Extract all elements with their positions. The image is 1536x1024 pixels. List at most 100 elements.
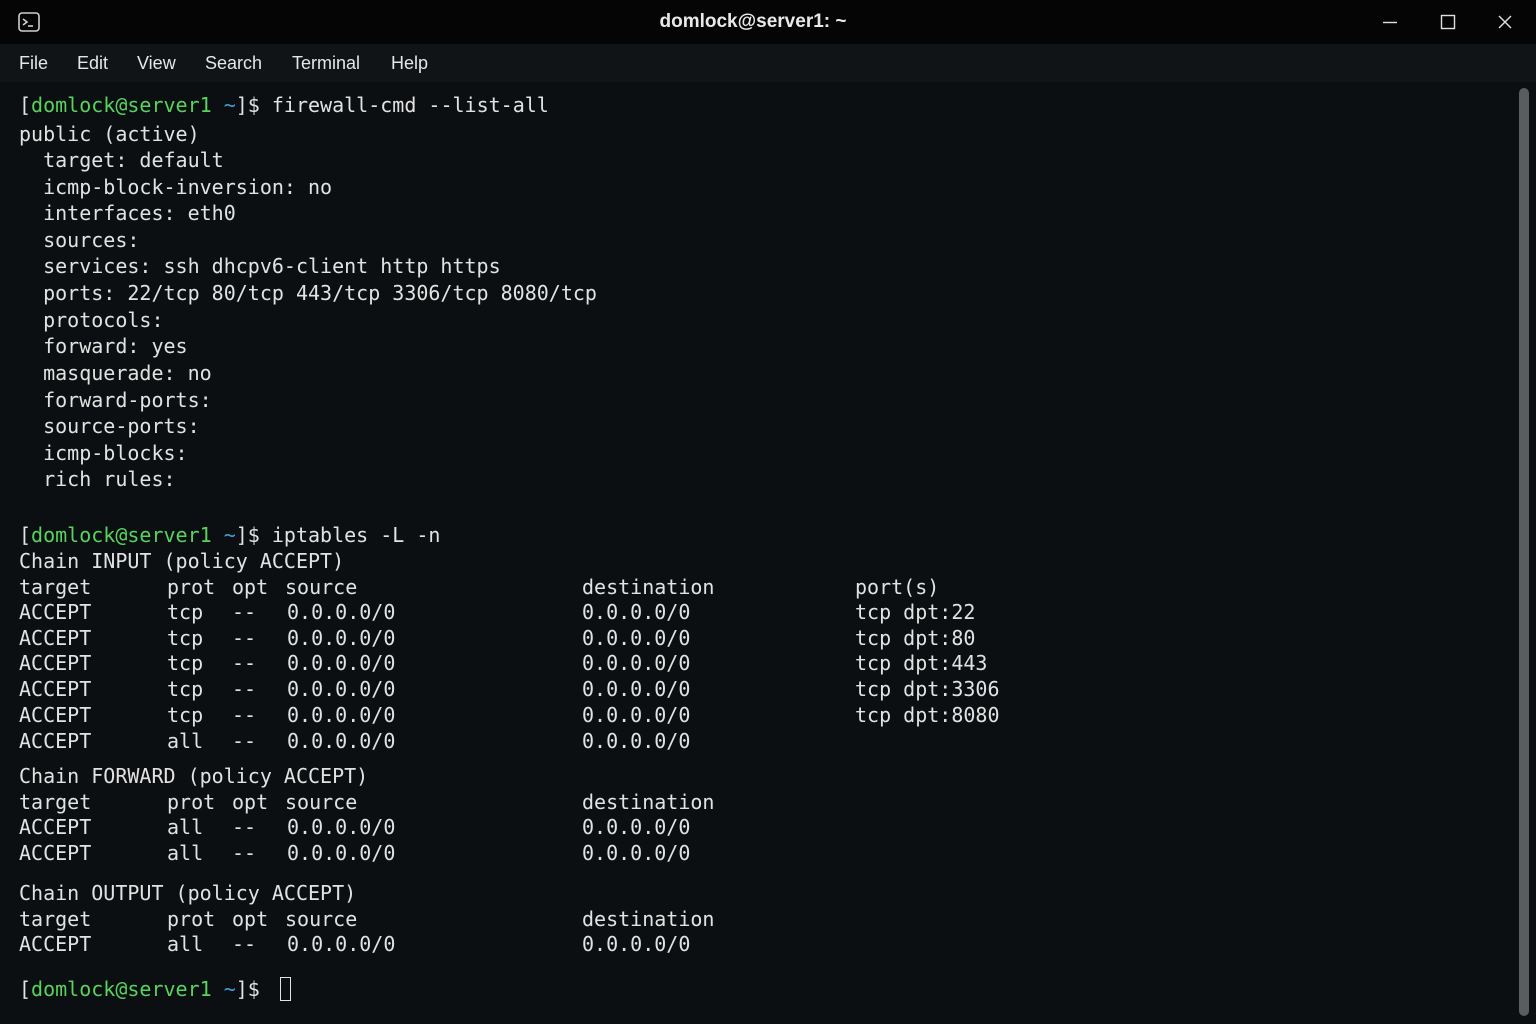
- rule-cell-opt: --: [232, 729, 257, 753]
- maximize-icon: [1440, 14, 1456, 30]
- output-line: masquerade: no: [19, 361, 212, 385]
- rule-cell-target: ACCEPT: [19, 651, 92, 675]
- command-text: iptables -L -n: [271, 523, 441, 547]
- column-header-target: target: [19, 575, 92, 599]
- rule-cell-ports: tcp dpt:3306: [855, 677, 1000, 701]
- rule-cell-opt: --: [232, 841, 257, 865]
- column-header-prot: prot: [167, 575, 216, 599]
- rule-cell-prot: tcp: [167, 600, 204, 624]
- column-header-source: source: [285, 575, 358, 599]
- column-header-destination: destination: [582, 790, 715, 814]
- rule-cell-prot: all: [167, 729, 204, 753]
- rule-cell-target: ACCEPT: [19, 600, 92, 624]
- output-line: source-ports:: [19, 414, 200, 438]
- rule-cell-opt: --: [232, 932, 257, 956]
- rule-cell-prot: tcp: [167, 651, 204, 675]
- column-header-destination: destination: [582, 575, 715, 599]
- prompt-line: [domlock@server1 ~]$ firewall-cmd --list…: [19, 93, 549, 117]
- scrollbar-thumb[interactable]: [1519, 88, 1529, 1016]
- column-header-source: source: [285, 907, 358, 931]
- prompt-dir: ~: [223, 977, 236, 1001]
- close-button[interactable]: [1491, 8, 1519, 36]
- rule-cell-prot: all: [167, 841, 204, 865]
- prompt-user: domlock@server1: [31, 977, 212, 1001]
- column-header-target: target: [19, 790, 92, 814]
- rule-cell-ports: tcp dpt:443: [855, 651, 988, 675]
- prompt-user: domlock@server1: [31, 523, 212, 547]
- rule-cell-prot: tcp: [167, 626, 204, 650]
- rule-cell-target: ACCEPT: [19, 703, 92, 727]
- rule-cell-source: 0.0.0.0/0: [287, 651, 396, 675]
- rule-cell-opt: --: [232, 600, 257, 624]
- output-line: icmp-block-inversion: no: [19, 175, 333, 199]
- rule-cell-target: ACCEPT: [19, 815, 92, 839]
- chain-title: Chain OUTPUT (policy ACCEPT): [19, 881, 357, 905]
- column-header-destination: destination: [582, 907, 715, 931]
- output-line: interfaces: eth0: [19, 201, 236, 225]
- rule-cell-destination: 0.0.0.0/0: [582, 841, 691, 865]
- rule-cell-ports: tcp dpt:22: [855, 600, 976, 624]
- prompt-dir: ~: [223, 523, 236, 547]
- window-title: domlock@server1: ~: [659, 11, 847, 32]
- rule-cell-ports: tcp dpt:8080: [855, 703, 1000, 727]
- rule-cell-source: 0.0.0.0/0: [287, 600, 396, 624]
- rule-cell-source: 0.0.0.0/0: [287, 932, 396, 956]
- rule-cell-destination: 0.0.0.0/0: [582, 626, 691, 650]
- output-line: forward-ports:: [19, 388, 212, 412]
- chain-title: Chain FORWARD (policy ACCEPT): [19, 764, 369, 788]
- rule-cell-source: 0.0.0.0/0: [287, 815, 396, 839]
- title-bar[interactable]: domlock@server1: ~: [0, 0, 1536, 44]
- rule-cell-target: ACCEPT: [19, 729, 92, 753]
- column-header-opt: opt: [232, 790, 269, 814]
- column-header-opt: opt: [232, 907, 269, 931]
- command-text: firewall-cmd --list-all: [271, 93, 549, 117]
- terminal-window: domlock@server1: ~ File Edit View Search…: [0, 0, 1536, 1024]
- rule-cell-prot: all: [167, 815, 204, 839]
- menu-search[interactable]: Search: [205, 44, 262, 82]
- column-header-opt: opt: [232, 575, 269, 599]
- rule-cell-source: 0.0.0.0/0: [287, 626, 396, 650]
- rule-cell-target: ACCEPT: [19, 626, 92, 650]
- menu-view[interactable]: View: [137, 44, 176, 82]
- rule-cell-opt: --: [232, 815, 257, 839]
- rule-cell-target: ACCEPT: [19, 841, 92, 865]
- menu-file[interactable]: File: [19, 44, 48, 82]
- rule-cell-destination: 0.0.0.0/0: [582, 932, 691, 956]
- prompt-user: domlock@server1: [31, 93, 212, 117]
- output-line: ports: 22/tcp 80/tcp 443/tcp 3306/tcp 80…: [19, 281, 597, 305]
- rule-cell-destination: 0.0.0.0/0: [582, 815, 691, 839]
- rule-cell-target: ACCEPT: [19, 677, 92, 701]
- menu-terminal[interactable]: Terminal: [292, 44, 360, 82]
- rule-cell-prot: tcp: [167, 677, 204, 701]
- column-header-ports: port(s): [855, 575, 940, 599]
- output-line: forward: yes: [19, 334, 188, 358]
- terminal-output[interactable]: [domlock@server1 ~]$ firewall-cmd --list…: [0, 82, 1516, 1024]
- menu-help[interactable]: Help: [391, 44, 428, 82]
- minimize-button[interactable]: [1376, 8, 1404, 36]
- prompt-dir: ~: [223, 93, 236, 117]
- output-line: target: default: [19, 148, 224, 172]
- column-header-target: target: [19, 907, 92, 931]
- prompt-line: [domlock@server1 ~]$: [19, 977, 291, 1001]
- rule-cell-opt: --: [232, 677, 257, 701]
- chain-title: Chain INPUT (policy ACCEPT): [19, 549, 345, 573]
- rule-cell-ports: tcp dpt:80: [855, 626, 976, 650]
- rule-cell-destination: 0.0.0.0/0: [582, 600, 691, 624]
- output-line: services: ssh dhcpv6-client http https: [19, 254, 501, 278]
- rule-cell-destination: 0.0.0.0/0: [582, 677, 691, 701]
- rule-cell-destination: 0.0.0.0/0: [582, 729, 691, 753]
- output-line: public (active): [19, 122, 200, 146]
- output-line: icmp-blocks:: [19, 441, 188, 465]
- rule-cell-prot: tcp: [167, 703, 204, 727]
- output-line: rich rules:: [19, 467, 176, 491]
- menu-edit[interactable]: Edit: [77, 44, 108, 82]
- text-cursor: [279, 977, 291, 1001]
- maximize-button[interactable]: [1434, 8, 1462, 36]
- column-header-source: source: [285, 790, 358, 814]
- rule-cell-opt: --: [232, 703, 257, 727]
- rule-cell-opt: --: [232, 651, 257, 675]
- rule-cell-source: 0.0.0.0/0: [287, 729, 396, 753]
- prompt-line: [domlock@server1 ~]$ iptables -L -n: [19, 523, 441, 547]
- rule-cell-destination: 0.0.0.0/0: [582, 651, 691, 675]
- rule-cell-source: 0.0.0.0/0: [287, 841, 396, 865]
